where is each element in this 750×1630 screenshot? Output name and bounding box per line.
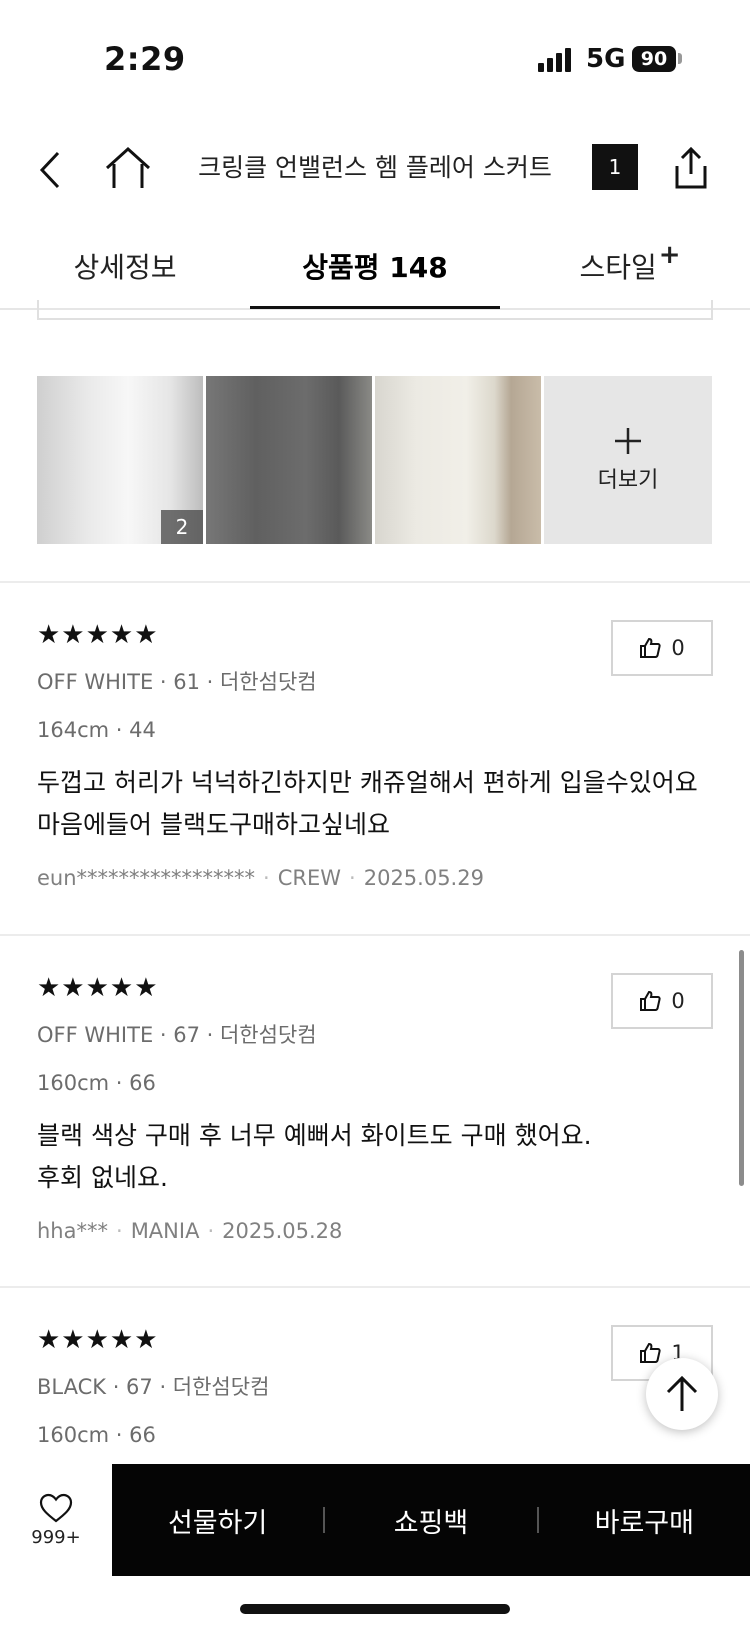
status-time: 2:29 — [104, 40, 186, 78]
wishlist-button[interactable]: 999+ — [0, 1464, 112, 1576]
like-count: 0 — [671, 989, 685, 1013]
review-user-grade: MANIA — [130, 1219, 200, 1243]
review-content: 블랙 색상 구매 후 너무 예뻐서 화이트도 구매 했어요. 후회 없네요. — [37, 1115, 713, 1199]
home-button[interactable] — [100, 138, 156, 198]
tab-bar: 상세정보 상품평 148 스타일+ — [0, 220, 750, 310]
home-indicator[interactable] — [240, 1604, 510, 1614]
arrow-up-icon — [666, 1375, 698, 1411]
review-body-size: 160cm · 66 — [37, 1071, 156, 1095]
review-photo[interactable]: 2 — [37, 376, 203, 544]
thumbs-up-icon — [640, 990, 661, 1011]
bottom-action-bar: 999+ 선물하기 쇼핑백 바로구매 — [0, 1464, 750, 1576]
shopping-bag-button[interactable]: 쇼핑백 — [325, 1501, 536, 1540]
back-button[interactable] — [28, 142, 72, 198]
separator-dot: · — [116, 1219, 123, 1243]
divider — [0, 581, 750, 583]
tab-reviews[interactable]: 상품평 148 — [250, 246, 500, 286]
review-photo-strip: 2 더보기 — [37, 376, 713, 544]
battery-icon: 90 — [632, 46, 676, 72]
like-button[interactable]: 0 — [611, 620, 713, 676]
review-photo[interactable] — [375, 376, 541, 544]
network-label: 5G — [586, 44, 626, 74]
plus-icon — [615, 428, 641, 454]
review-text-line: 후회 없네요. — [37, 1163, 168, 1192]
review-footer: hha*** · MANIA · 2025.05.28 — [37, 1219, 713, 1243]
separator-dot: · — [207, 1219, 215, 1243]
share-button[interactable] — [664, 138, 718, 198]
top-nav: 크링클 언밸런스 헴 플레어 스커트 1 — [0, 120, 750, 220]
heart-icon — [39, 1493, 73, 1522]
review-photo[interactable] — [206, 376, 372, 544]
signal-icon — [538, 48, 574, 72]
review-item: ★★★★★ 0 OFF WHITE · 61 · 더한섬닷컴 164cm · 4… — [37, 620, 713, 890]
wishlist-count: 999+ — [31, 1526, 81, 1548]
photo-count-badge: 2 — [161, 510, 203, 544]
scroll-to-top-button[interactable] — [646, 1358, 718, 1430]
review-body-size: 160cm · 66 — [37, 1423, 156, 1447]
thumbs-up-icon — [640, 1342, 661, 1363]
battery-tip — [678, 53, 682, 64]
review-user: eun***************** — [37, 866, 256, 890]
buy-now-button[interactable]: 바로구매 — [539, 1501, 750, 1540]
review-text-line: 블랙 색상 구매 후 너무 예뻐서 화이트도 구매 했어요. — [37, 1121, 592, 1150]
cart-button[interactable]: 1 — [592, 144, 638, 190]
home-icon — [105, 146, 151, 188]
thumbs-up-icon — [640, 637, 661, 658]
review-footer: eun***************** · CREW · 2025.05.29 — [37, 866, 713, 890]
divider — [0, 934, 750, 936]
status-bar: 2:29 5G 90 — [0, 0, 750, 120]
share-icon — [675, 146, 707, 189]
tab-style-label: 스타일 — [579, 251, 657, 284]
tab-style-plus: + — [658, 240, 681, 270]
review-user-grade: CREW — [277, 866, 342, 890]
review-item: ★★★★★ 1 BLACK · 67 · 더한섬닷컴 160cm · 66 — [37, 1325, 713, 1447]
scrollbar[interactable] — [739, 950, 744, 1186]
like-button[interactable]: 0 — [611, 973, 713, 1029]
like-count: 0 — [671, 636, 685, 660]
tab-detail[interactable]: 상세정보 — [40, 246, 210, 286]
purchase-actions: 선물하기 쇼핑백 바로구매 — [112, 1464, 750, 1576]
review-text-line: 마음에들어 블랙도구매하고싶네요 — [37, 810, 390, 839]
review-date: 2025.05.29 — [363, 866, 484, 890]
review-body-size: 164cm · 44 — [37, 718, 156, 742]
tab-style[interactable]: 스타일+ — [555, 240, 705, 286]
review-date: 2025.05.28 — [222, 1219, 343, 1243]
chevron-left-icon — [39, 151, 60, 189]
separator-dot: · — [263, 866, 270, 890]
review-user: hha*** — [37, 1219, 108, 1243]
review-content: 두껍고 허리가 넉넉하긴하지만 캐쥬얼해서 편하게 입을수있어요 마음에들어 블… — [37, 762, 713, 846]
review-text-line: 두껍고 허리가 넉넉하긴하지만 캐쥬얼해서 편하게 입을수있어요 — [37, 768, 698, 797]
page-title: 크링클 언밸런스 헴 플레어 스커트 — [198, 153, 552, 182]
review-item: ★★★★★ 0 OFF WHITE · 67 · 더한섬닷컴 160cm · 6… — [37, 973, 713, 1243]
gift-button[interactable]: 선물하기 — [112, 1501, 323, 1540]
more-photos-label: 더보기 — [597, 468, 659, 493]
divider — [0, 1286, 750, 1288]
separator-dot: · — [349, 866, 356, 890]
previous-section-box — [37, 300, 713, 320]
more-photos-button[interactable]: 더보기 — [544, 376, 712, 544]
